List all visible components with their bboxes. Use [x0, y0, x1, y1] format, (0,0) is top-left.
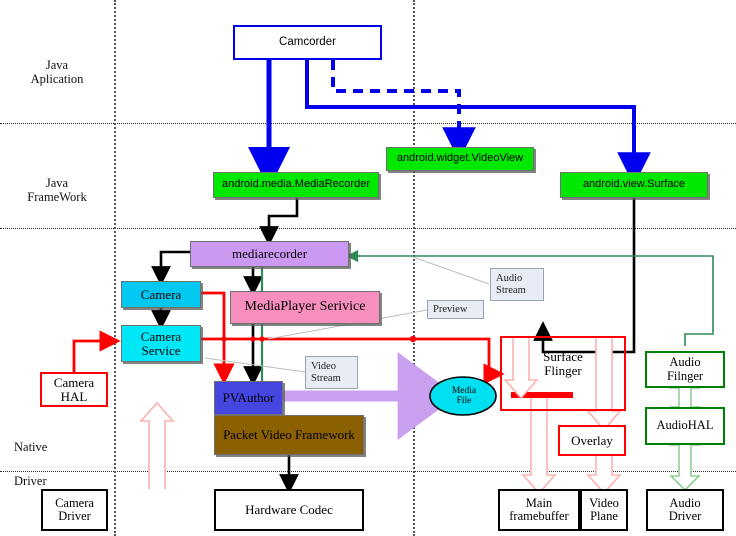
- junction-dot: [250, 336, 256, 342]
- node-camera-driver[interactable]: Camera Driver: [41, 489, 108, 531]
- node-audio-hal[interactable]: AudioHAL: [645, 407, 725, 445]
- wire-mediarecorder-java-to-native: [259, 198, 299, 246]
- node-main-framebuffer[interactable]: Main framebuffer: [498, 489, 580, 531]
- node-android-media-mediarecorder[interactable]: android.media.MediaRecorder: [213, 172, 379, 198]
- node-audio-flinger[interactable]: Audio Filnger: [645, 351, 725, 388]
- node-pvauthor[interactable]: PVAuthor: [214, 381, 283, 415]
- node-mediarecorder-native[interactable]: mediarecorder: [190, 241, 349, 267]
- node-mediaplayer-service[interactable]: MediaPlayer Serivice: [230, 291, 380, 324]
- wire-mediarecorder-to-camera: [151, 250, 190, 286]
- node-overlay[interactable]: Overlay: [558, 425, 626, 456]
- openarrow-to-main-framebuffer: [521, 398, 557, 495]
- node-media-file-label: Media File: [451, 385, 477, 406]
- node-android-widget-videoview[interactable]: android.widget.VideoView: [386, 147, 534, 171]
- node-video-plane[interactable]: Video Plane: [580, 489, 628, 531]
- wire-camera-to-pvauthor-red: [201, 291, 235, 385]
- wire-camera-hal-to-camera-service: [72, 330, 121, 372]
- openarrow-overlay-to-video-plane: [586, 456, 622, 495]
- junction-dot: [409, 335, 417, 343]
- node-surface-flinger[interactable]: Surface Flinger: [500, 336, 626, 411]
- leader-audio-stream: [412, 256, 490, 285]
- junction-dot: [221, 336, 227, 342]
- callout-audio-stream: Audio Stream: [490, 268, 544, 301]
- wire-surface-to-surface-flinger: [533, 198, 636, 354]
- node-hardware-codec[interactable]: Hardware Codec: [214, 489, 364, 531]
- node-packet-video-framework[interactable]: Packet Video Framework: [214, 415, 364, 455]
- junction-dot: [259, 336, 265, 342]
- node-camera-hal[interactable]: Camera HAL: [40, 372, 108, 407]
- diagram-canvas: Java Aplication Java FrameWork Native Dr…: [0, 0, 736, 536]
- leader-video-stream: [204, 357, 306, 373]
- node-camcorder[interactable]: Camcorder: [233, 25, 382, 60]
- callout-video-stream: Video Stream: [305, 356, 358, 389]
- node-audio-driver[interactable]: Audio Driver: [646, 489, 724, 531]
- node-camera-service[interactable]: Camera Service: [121, 325, 201, 362]
- node-android-view-surface[interactable]: android.view.Surface: [560, 172, 708, 198]
- openarrow-camera-driver-to-camera-hal: [139, 401, 175, 489]
- wire-camcorder-to-videoview: [331, 60, 476, 161]
- node-camera[interactable]: Camera: [121, 281, 201, 308]
- callout-preview: Preview: [427, 300, 484, 319]
